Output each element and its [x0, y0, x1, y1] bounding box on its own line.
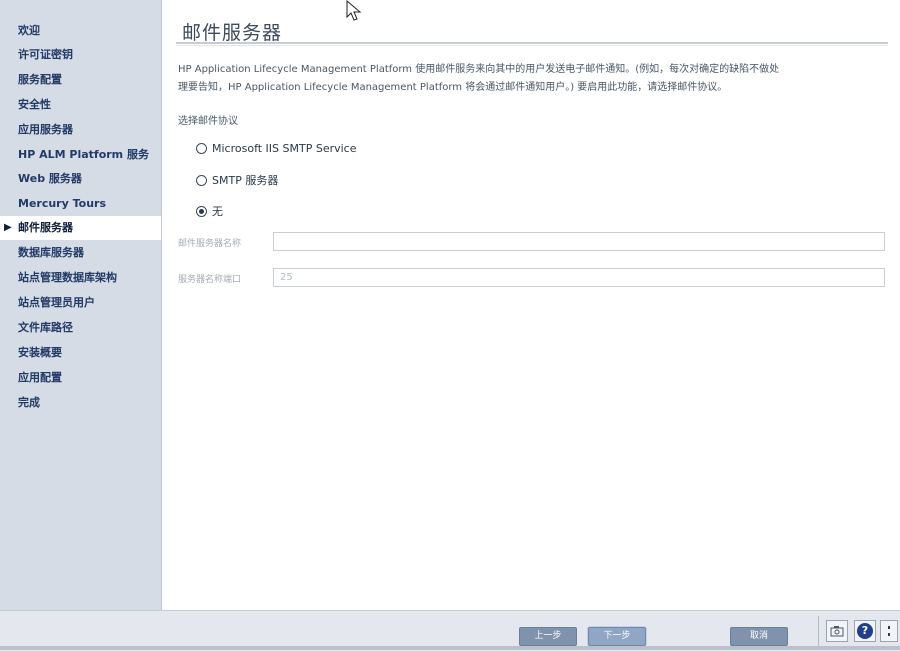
radio-circle-selected-icon[interactable] — [196, 205, 207, 217]
sidebar-item-label: 邮件服务器 — [18, 221, 73, 234]
sidebar-item-install-summary[interactable]: 安装概要 — [0, 341, 161, 365]
sidebar-item-label: 应用服务器 — [18, 123, 73, 136]
radio-circle-icon[interactable] — [196, 142, 207, 154]
radio-smtp-server[interactable]: SMTP 服务器 — [196, 171, 278, 189]
window-bottom-edge — [0, 646, 900, 650]
radio-label: SMTP 服务器 — [212, 174, 279, 187]
sidebar-item-label: 许可证密钥 — [18, 48, 73, 61]
sidebar-item-finish[interactable]: 完成 — [0, 391, 161, 415]
description-line-2: 理要告知，HP Application Lifecycle Management… — [178, 82, 728, 93]
sidebar-item-label: 服务配置 — [18, 73, 62, 86]
sidebar-item-label: 安装概要 — [18, 346, 62, 359]
sidebar-item-repository-path[interactable]: 文件库路径 — [0, 316, 161, 340]
radio-circle-icon[interactable] — [196, 174, 207, 186]
sidebar-item-label: 完成 — [18, 396, 40, 409]
radio-label: Microsoft IIS SMTP Service — [212, 141, 357, 155]
description-text: HP Application Lifecycle Management Plat… — [178, 61, 890, 97]
server-port-input[interactable] — [273, 268, 885, 287]
next-button[interactable]: 下一步 — [588, 627, 646, 646]
description-line-1: HP Application Lifecycle Management Plat… — [178, 64, 780, 75]
sidebar-item-label: Mercury Tours — [18, 197, 107, 210]
sidebar-item-label: HP ALM Platform 服务 — [18, 148, 149, 161]
mouse-pointer-icon — [346, 0, 362, 21]
server-port-label: 服务器名称端口 — [178, 275, 242, 285]
toolbar-separator — [818, 616, 819, 646]
sidebar-item-label: 数据库服务器 — [18, 246, 84, 259]
sidebar-item-service-config[interactable]: 服务配置 — [0, 68, 161, 92]
radio-iis-smtp[interactable]: Microsoft IIS SMTP Service — [196, 139, 357, 157]
sidebar-item-db-server[interactable]: 数据库服务器 — [0, 241, 161, 265]
cancel-button[interactable]: 取消 — [730, 627, 788, 646]
title-divider — [176, 42, 888, 44]
more-icon[interactable] — [880, 620, 898, 642]
sidebar-item-mail-server[interactable]: ▶ 邮件服务器 — [0, 216, 161, 240]
active-arrow-icon: ▶ — [4, 222, 12, 233]
radio-dot-icon — [199, 208, 204, 214]
protocol-section-label: 选择邮件协议 — [178, 116, 238, 127]
sidebar-item-app-config[interactable]: 应用配置 — [0, 366, 161, 390]
title-divider-shadow — [176, 45, 888, 46]
server-name-input[interactable] — [273, 232, 885, 251]
server-name-label: 邮件服务器名称 — [178, 239, 242, 249]
sidebar-item-web-server[interactable]: Web 服务器 — [0, 167, 161, 191]
wizard-sidebar: 欢迎 许可证密钥 服务配置 安全性 应用服务器 HP ALM Platform … — [0, 0, 162, 610]
radio-label: 无 — [212, 205, 223, 218]
camera-glyph — [830, 626, 844, 637]
help-glyph: ? — [857, 623, 873, 639]
sidebar-item-label: 应用配置 — [18, 371, 62, 384]
sidebar-item-site-admin-schema[interactable]: 站点管理数据库架构 — [0, 266, 161, 290]
sidebar-item-license-key[interactable]: 许可证密钥 — [0, 43, 161, 67]
back-button[interactable]: 上一步 — [519, 627, 577, 646]
sidebar-item-security[interactable]: 安全性 — [0, 93, 161, 117]
sidebar-item-label: Web 服务器 — [18, 172, 82, 185]
sidebar-item-site-admin-user[interactable]: 站点管理员用户 — [0, 291, 161, 315]
radio-none[interactable]: 无 — [196, 202, 223, 220]
camera-icon[interactable] — [826, 620, 848, 642]
sidebar-item-welcome[interactable]: 欢迎 — [0, 19, 161, 43]
sidebar-item-label: 安全性 — [18, 98, 51, 111]
help-icon[interactable]: ? — [854, 620, 876, 642]
sidebar-item-alm-service[interactable]: HP ALM Platform 服务 — [0, 143, 161, 167]
sidebar-item-label: 文件库路径 — [18, 321, 73, 334]
sidebar-item-app-server[interactable]: 应用服务器 — [0, 118, 161, 142]
more-glyph — [888, 626, 890, 636]
sidebar-item-label: 站点管理数据库架构 — [18, 271, 117, 284]
sidebar-item-label: 站点管理员用户 — [18, 296, 95, 309]
page-title: 邮件服务器 — [182, 22, 283, 44]
main-panel: 邮件服务器 HP Application Lifecycle Managemen… — [162, 0, 900, 610]
sidebar-item-mercury-tours[interactable]: Mercury Tours — [0, 192, 161, 216]
sidebar-item-label: 欢迎 — [18, 24, 40, 37]
